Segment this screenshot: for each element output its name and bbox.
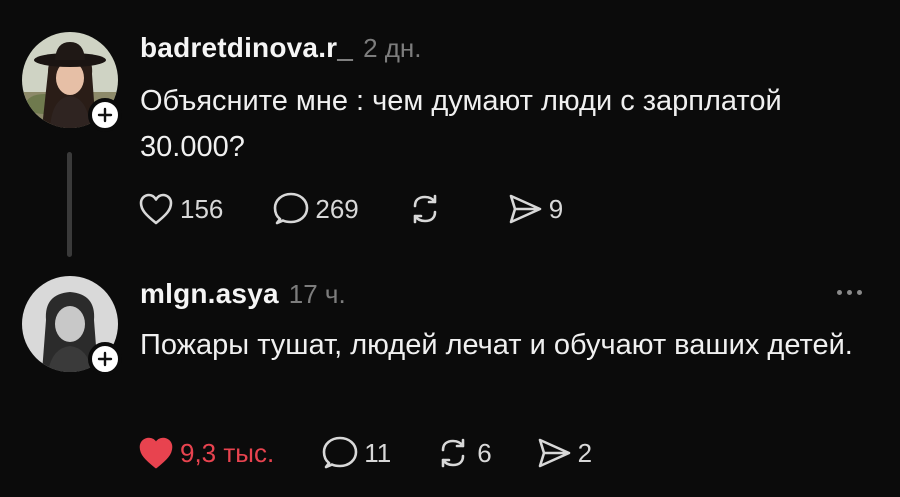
like-button[interactable]: 156 [138, 192, 223, 226]
share-button[interactable]: 2 [536, 436, 592, 470]
post-time: 17 ч. [288, 279, 346, 309]
username[interactable]: mlgn.asya [140, 278, 279, 310]
like-count: 9,3 тыс. [180, 437, 275, 468]
post-text: Пожары тушат, людей лечат и обучают ваши… [140, 329, 853, 361]
post-actions: 156 269 9 [138, 192, 563, 226]
comment-button[interactable]: 269 [273, 192, 359, 226]
speech-bubble-icon [274, 192, 309, 225]
speech-bubble-icon [322, 436, 358, 469]
repost-button[interactable] [407, 192, 449, 226]
share-button[interactable]: 9 [507, 192, 563, 226]
repost-count: 6 [477, 437, 492, 468]
like-button[interactable]: 9,3 тыс. [138, 436, 274, 470]
plus-icon [97, 107, 113, 123]
post-actions: 9,3 тыс. 11 6 2 [138, 436, 592, 470]
comment-button[interactable]: 11 [322, 436, 391, 470]
share-count: 2 [577, 437, 593, 468]
comment-count: 11 [364, 437, 392, 468]
follow-button[interactable] [88, 342, 122, 376]
repost-arrows-icon [441, 438, 465, 468]
post-text: Объясните мне : чем думают люди с зарпла… [140, 85, 782, 163]
plus-icon [97, 351, 113, 367]
comment-count: 269 [315, 193, 359, 224]
more-options-button[interactable] [835, 284, 864, 301]
username[interactable]: badretdinova.r_ [140, 32, 353, 64]
send-icon [509, 194, 542, 224]
share-count: 9 [548, 193, 564, 224]
heart-icon [139, 193, 173, 225]
thread-post-2: mlgn.asya 17 ч. Пожары тушат, людей леча… [0, 270, 900, 497]
post-header: badretdinova.r_ 2 дн. [140, 32, 422, 64]
more-dots-icon [837, 290, 842, 295]
post-header: mlgn.asya 17 ч. [140, 278, 346, 310]
repost-arrows-icon [413, 194, 437, 224]
like-count: 156 [180, 193, 224, 224]
thread-post-1: badretdinova.r_ 2 дн. Объясните мне : че… [0, 0, 900, 270]
follow-button[interactable] [88, 98, 122, 132]
heart-icon [139, 437, 173, 469]
avatar-badretdinova[interactable] [22, 32, 122, 132]
thread-connector-line [67, 152, 72, 257]
avatar-mlgn-asya[interactable] [22, 276, 122, 376]
post-time: 2 дн. [363, 33, 422, 63]
send-icon [538, 438, 570, 468]
repost-button[interactable]: 6 [435, 436, 492, 470]
